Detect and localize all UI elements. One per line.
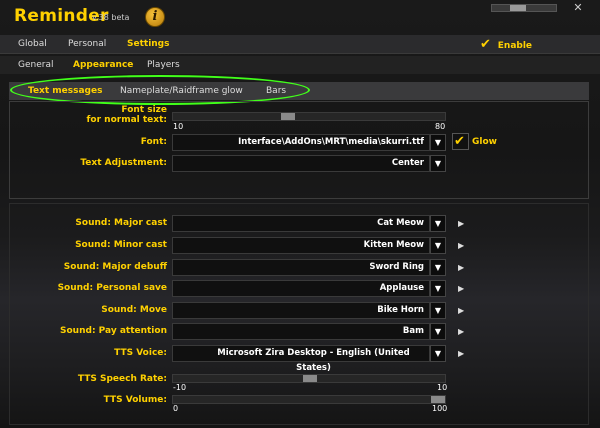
sound-pay-attention-label: Sound: Pay attention	[60, 326, 167, 336]
chevron-down-icon[interactable]: ▼	[430, 280, 446, 297]
tts-volume-slider[interactable]	[172, 395, 446, 404]
sound-personal-save-label: Sound: Personal save	[57, 283, 167, 293]
subtab-general[interactable]: General	[18, 56, 53, 74]
main-tab-bar: Global Personal Settings ✔ Enable	[0, 35, 600, 54]
chevron-down-icon[interactable]: ▼	[430, 134, 446, 151]
sound-pay-attention-dropdown[interactable]: Bam	[172, 323, 430, 340]
sub-tab-bar: General Appearance Players	[0, 56, 600, 74]
sound-major-cast-dropdown[interactable]: Cat Meow	[172, 215, 430, 232]
font-size-min: 10	[173, 122, 184, 131]
font-size-slider[interactable]	[172, 112, 446, 121]
slider-thumb[interactable]	[281, 113, 295, 120]
checkmark-icon: ✔	[480, 37, 491, 52]
tts-volume-label: TTS Volume:	[103, 395, 167, 405]
font-size-max: 80	[435, 122, 446, 131]
font-dropdown[interactable]: Interface\AddOns\MRT\media\skurri.ttf	[172, 134, 430, 151]
chevron-down-icon[interactable]: ▼	[430, 302, 446, 319]
glow-checkbox[interactable]: ✔	[452, 133, 469, 150]
font-label: Font:	[140, 137, 167, 147]
play-icon[interactable]: ▶	[458, 241, 464, 250]
play-icon[interactable]: ▶	[458, 349, 464, 358]
subtab-players[interactable]: Players	[147, 56, 180, 74]
window-scrollbar[interactable]	[491, 4, 557, 12]
sound-personal-save-dropdown[interactable]: Applause	[172, 280, 430, 297]
chevron-down-icon[interactable]: ▼	[430, 345, 446, 362]
slider-thumb[interactable]	[431, 396, 445, 403]
enable-label: Enable	[497, 41, 533, 51]
tts-voice-label: TTS Voice:	[114, 348, 167, 358]
play-icon[interactable]: ▶	[458, 327, 464, 336]
sound-minor-cast-dropdown[interactable]: Kitten Meow	[172, 237, 430, 254]
info-icon[interactable]: i	[145, 7, 165, 27]
sound-major-cast-label: Sound: Major cast	[75, 218, 167, 228]
chevron-down-icon[interactable]: ▼	[430, 155, 446, 172]
play-icon[interactable]: ▶	[458, 263, 464, 272]
tts-volume-min: 0	[173, 404, 179, 413]
sound-move-label: Sound: Move	[101, 305, 167, 315]
glow-label: Glow	[472, 137, 497, 147]
scroll-thumb[interactable]	[510, 5, 526, 11]
slider-thumb[interactable]	[303, 375, 317, 382]
chevron-down-icon[interactable]: ▼	[430, 323, 446, 340]
subtab-appearance[interactable]: Appearance	[73, 56, 133, 74]
tab-global[interactable]: Global	[18, 35, 47, 54]
enable-checkbox[interactable]: ✔ Enable	[480, 35, 532, 54]
chevron-down-icon[interactable]: ▼	[430, 215, 446, 232]
play-icon[interactable]: ▶	[458, 219, 464, 228]
play-icon[interactable]: ▶	[458, 284, 464, 293]
tab-settings[interactable]: Settings	[127, 35, 169, 54]
tab-personal[interactable]: Personal	[68, 35, 106, 54]
close-icon[interactable]: ✕	[572, 2, 584, 15]
font-size-label: Font size for normal text:	[86, 105, 167, 125]
checkmark-icon: ✔	[454, 134, 465, 149]
text-adjustment-label: Text Adjustment:	[80, 158, 167, 168]
tts-rate-max: 10	[437, 383, 448, 392]
version-label: v.38 beta	[92, 13, 130, 22]
text-adjustment-dropdown[interactable]: Center	[172, 155, 430, 172]
tts-volume-max: 100	[432, 404, 448, 413]
sound-major-debuff-label: Sound: Major debuff	[63, 262, 167, 272]
play-icon[interactable]: ▶	[458, 306, 464, 315]
tts-rate-slider[interactable]	[172, 374, 446, 383]
chevron-down-icon[interactable]: ▼	[430, 237, 446, 254]
sound-minor-cast-label: Sound: Minor cast	[75, 240, 167, 250]
sound-move-dropdown[interactable]: Bike Horn	[172, 302, 430, 319]
tts-rate-min: -10	[173, 383, 187, 392]
sound-major-debuff-dropdown[interactable]: Sword Ring	[172, 259, 430, 276]
chevron-down-icon[interactable]: ▼	[430, 259, 446, 276]
tts-rate-label: TTS Speech Rate:	[77, 374, 167, 384]
tts-voice-dropdown[interactable]: Microsoft Zira Desktop - English (United…	[172, 345, 430, 373]
